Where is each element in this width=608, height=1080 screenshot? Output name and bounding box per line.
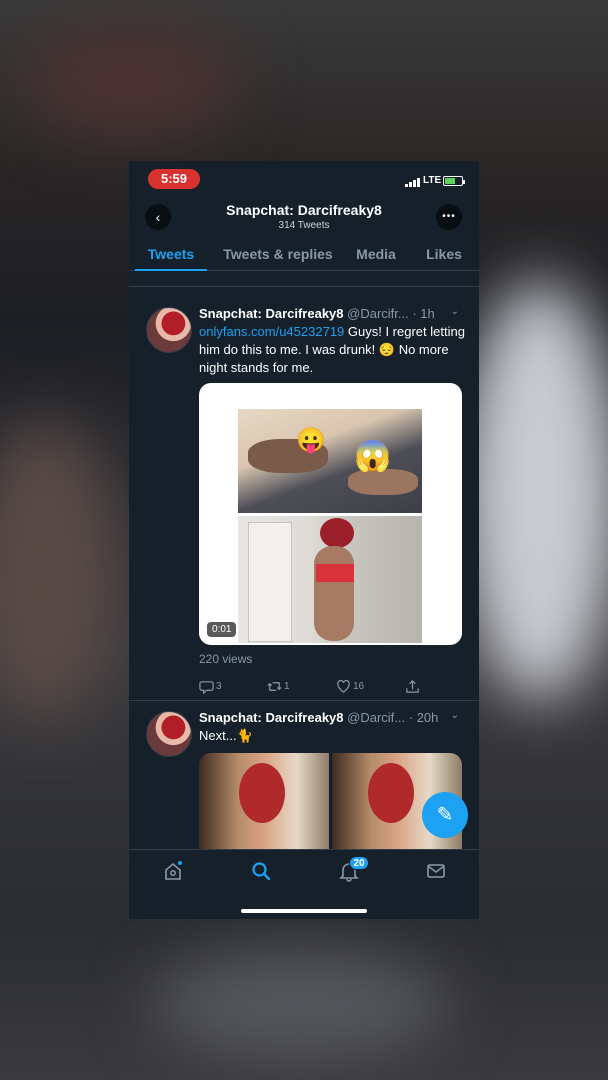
tab-tweets-replies[interactable]: Tweets & replies [213,237,343,270]
home-indicator[interactable] [241,909,367,913]
hair-shape [368,763,414,823]
like-count: 16 [353,681,365,692]
reply-icon [199,681,214,694]
tweet-text: onlyfans.com/u45232719 Guys! I regret le… [199,323,467,377]
blur-blob [0,420,120,720]
tweet-header: Snapchat: Darcifreaky8 @Darcifr... · 1h … [199,306,469,321]
feather-plus-icon: ✎ [436,804,454,826]
network-label: LTE [423,175,442,186]
mail-icon[interactable] [425,860,447,882]
retweet-count: 1 [284,681,290,692]
top-shape [316,564,354,582]
reply-button[interactable]: 3 [199,679,222,694]
view-count: 220 views [199,652,253,666]
author-name[interactable]: Snapchat: Darcifreaky8 [199,306,344,321]
more-dots-icon: ••• [442,211,456,222]
avatar[interactable] [146,307,192,353]
status-time: 5:59 [148,169,200,189]
emoji-sticker: 😱 [354,440,392,473]
back-button[interactable]: ‹ [145,204,171,230]
tab-media[interactable]: Media [343,237,409,270]
tab-tweets[interactable]: Tweets [129,237,213,271]
tab-likes[interactable]: Likes [409,237,479,270]
tweet-actions: 3 1 16 [199,679,439,695]
chevron-down-icon[interactable]: ⌄ [451,306,459,317]
author-handle: @Darcif... [347,710,406,725]
heart-icon [337,679,350,693]
reply-count: 3 [216,681,222,692]
previous-tweet-actions [129,272,479,287]
compose-tweet-button[interactable]: ✎ [422,792,468,838]
tweet-time: · 1h [412,306,435,321]
tweet-photos[interactable] [199,753,462,849]
notification-badge: 20 [349,856,369,870]
home-icon[interactable] [162,860,184,882]
share-button[interactable] [405,679,420,694]
like-button[interactable]: 16 [336,679,364,694]
phone-screen: 5:59 LTE ‹ Snapchat: Darcifreaky8 314 Tw… [129,161,479,919]
tweet-count: 314 Tweets [278,220,330,231]
profile-tabs: Tweets Tweets & replies Media Likes [129,237,479,271]
figure-shape [314,546,354,641]
status-bar: 5:59 LTE [129,161,479,197]
tweet-header: Snapchat: Darcifreaky8 @Darcif... · 20h … [199,710,469,725]
bottom-nav: 20 [129,849,479,919]
blur-blob [20,20,240,140]
blur-blob [460,280,608,700]
page-title: Snapchat: Darcifreaky8 [226,202,382,218]
hair-shape [320,518,354,548]
share-icon [406,680,419,693]
blur-blob [150,950,450,1060]
signal-icon [405,178,420,187]
video-duration: 0:01 [207,622,237,637]
tweet-time: · 20h [408,710,439,725]
battery-icon [443,176,465,186]
author-name[interactable]: Snapchat: Darcifreaky8 [199,710,344,725]
tweet-video[interactable]: 😛 😱 0:01 [199,383,462,645]
video-frame-top: 😛 😱 [238,409,422,513]
retweet-button[interactable]: 1 [267,679,290,694]
chevron-left-icon: ‹ [155,209,161,225]
tweet-link[interactable]: onlyfans.com/u45232719 [199,324,344,339]
author-handle: @Darcifr... [347,306,409,321]
door-shape [248,522,292,642]
video-frame-bottom [238,516,422,643]
tweet-text: Next...🐈 [199,728,253,743]
more-button[interactable]: ••• [436,204,462,230]
profile-header: ‹ Snapchat: Darcifreaky8 314 Tweets ••• [129,197,479,237]
retweet-icon [267,682,282,691]
chevron-down-icon[interactable]: ⌄ [451,710,459,721]
tweet-photo[interactable] [199,753,329,849]
avatar[interactable] [146,711,192,757]
search-icon[interactable] [250,860,272,882]
emoji-sticker: 😛 [296,427,326,454]
tweet-card[interactable]: Snapchat: Darcifreaky8 @Darcifr... · 1h … [129,297,479,700]
hair-shape [239,763,285,823]
